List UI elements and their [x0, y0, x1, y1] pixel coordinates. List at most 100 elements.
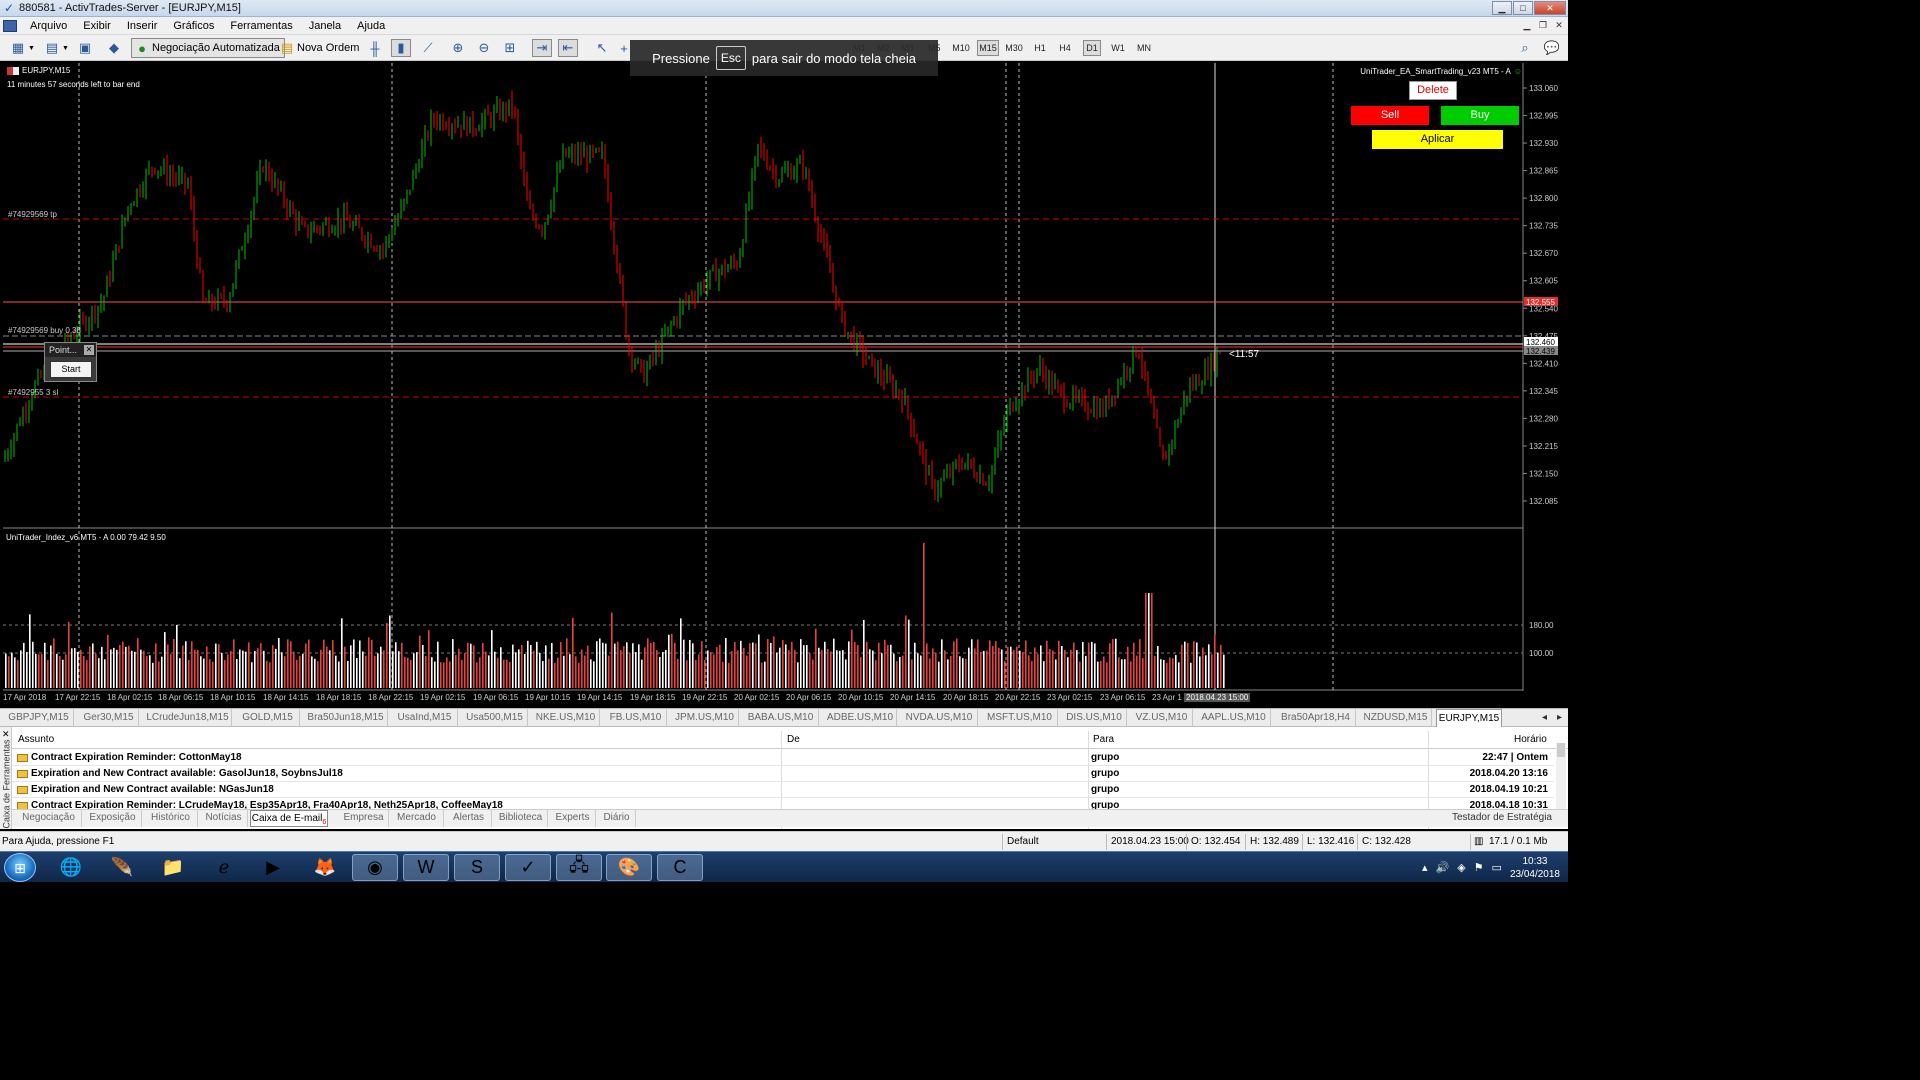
monitor-icon[interactable]: ▭: [1492, 861, 1502, 874]
chart-tab[interactable]: Ger30,M15: [79, 709, 139, 727]
chart-tab[interactable]: NVDA.US,M10: [901, 709, 978, 727]
zoom-out-icon[interactable]: ⊖: [474, 39, 494, 57]
mdi-close-icon[interactable]: ✕: [1552, 19, 1566, 32]
chart-tab[interactable]: GBPJPY,M15: [4, 709, 74, 727]
tab-scroll-arrows[interactable]: ◂ ▸: [1542, 709, 1562, 727]
chart-tab[interactable]: Usa500,M15: [462, 709, 528, 727]
mdi-minimize-icon[interactable]: ▁: [1520, 19, 1534, 32]
taskbar-camtasia-icon[interactable]: C: [657, 854, 703, 881]
price-chart[interactable]: 133.060 132.995 132.930 132.865 132.800 132.7…: [3, 63, 1567, 706]
new-order-button[interactable]: ▤ Nova Ordem: [277, 38, 360, 58]
navigator-icon[interactable]: ▣: [75, 39, 95, 57]
chart-tab[interactable]: GOLD,M15: [236, 709, 300, 727]
toolbox-tab[interactable]: Exposição: [84, 810, 142, 827]
auto-trading-button[interactable]: ● Negociação Automatizada: [131, 38, 285, 58]
chart-tab[interactable]: MSFT.US,M10: [982, 709, 1058, 727]
tf-m15[interactable]: M15: [977, 40, 999, 56]
chart-window-icon[interactable]: [3, 19, 17, 32]
chart-tab[interactable]: VZ.US,M10: [1131, 709, 1193, 727]
tf-h1[interactable]: H1: [1032, 40, 1048, 56]
tray-app-icon[interactable]: ◈: [1457, 861, 1465, 874]
taskbar-word-icon[interactable]: W: [403, 854, 449, 881]
start-button[interactable]: Start: [50, 361, 92, 378]
col-time[interactable]: Horário: [1514, 734, 1547, 745]
chart-tab[interactable]: FB.US,M10: [605, 709, 667, 727]
tf-d1[interactable]: D1: [1083, 40, 1101, 56]
toolbox-tab[interactable]: Caixa de E-mail6: [250, 810, 328, 827]
taskbar-feather-icon[interactable]: 🪶: [99, 854, 145, 881]
tf-m10[interactable]: M10: [950, 40, 972, 56]
point-panel-close-icon[interactable]: ✕: [84, 345, 94, 355]
bar-chart-icon[interactable]: ╫: [365, 39, 385, 57]
taskbar-chrome-icon[interactable]: ◉: [352, 854, 398, 881]
taskbar-explorer-icon[interactable]: 📁: [150, 854, 196, 881]
chat-icon[interactable]: 💬: [1542, 39, 1562, 57]
taskbar-activtrades-icon[interactable]: ✓: [505, 854, 551, 881]
toolbox-tab[interactable]: Negociação: [16, 810, 82, 827]
mdi-restore-icon[interactable]: ❐: [1536, 19, 1550, 32]
chart-tab[interactable]: Bra50Apr18,H4: [1276, 709, 1356, 727]
cursor-icon[interactable]: ↖: [592, 39, 612, 57]
chart-tab[interactable]: Bra50Jun18,M15: [304, 709, 388, 727]
taskbar-media-icon[interactable]: ▶: [250, 854, 296, 881]
minimize-button[interactable]: ▁: [1492, 1, 1512, 15]
chart-tab[interactable]: DIS.US,M10: [1062, 709, 1127, 727]
point-panel[interactable]: Point... ✕ Start: [44, 342, 97, 382]
menu-ferramentas[interactable]: Ferramentas: [223, 20, 301, 32]
toolbox-tab[interactable]: Alertas: [446, 810, 492, 827]
chart-tab[interactable]: AAPL.US,M10: [1197, 709, 1271, 727]
tab-right-icon[interactable]: ▸: [1557, 709, 1562, 727]
strategy-tester-button[interactable]: Testador de Estratégia: [1452, 812, 1552, 823]
tab-left-icon[interactable]: ◂: [1542, 709, 1547, 727]
chart-tab[interactable]: NZDUSD,M15: [1360, 709, 1432, 727]
search-icon[interactable]: ⌕: [1515, 39, 1535, 57]
line-chart-icon[interactable]: ⟋: [418, 39, 438, 57]
chart-tab[interactable]: LCrudeJun18,M15: [144, 709, 232, 727]
flag-icon[interactable]: ⚑: [1474, 861, 1484, 874]
col-to[interactable]: Para: [1093, 734, 1114, 745]
tf-mn[interactable]: MN: [1134, 40, 1154, 56]
toolbox-tab[interactable]: Biblioteca: [494, 810, 548, 827]
taskbar-skype-icon[interactable]: S: [454, 854, 500, 881]
toolbox-tab[interactable]: Mercado: [390, 810, 444, 827]
tf-m30[interactable]: M30: [1003, 40, 1025, 56]
chart-window[interactable]: 133.060 132.995 132.930 132.865 132.800 132.7…: [3, 63, 1567, 706]
auto-scroll-icon[interactable]: ⇥: [532, 39, 552, 57]
mail-row[interactable]: Contract Expiration Reminder: CottonMay1…: [12, 750, 1554, 766]
toolbox-tab[interactable]: Diário: [598, 810, 636, 827]
zoom-in-icon[interactable]: ⊕: [448, 39, 468, 57]
menu-arquivo[interactable]: Arquivo: [23, 20, 76, 32]
menu-graficos[interactable]: Gráficos: [166, 20, 223, 32]
menu-janela[interactable]: Janela: [302, 20, 350, 32]
col-from[interactable]: De: [787, 734, 800, 745]
mail-row[interactable]: Expiration and New Contract available: G…: [12, 766, 1554, 782]
col-subject[interactable]: Assunto: [18, 734, 54, 745]
toolbox-close-icon[interactable]: ✕: [2, 729, 10, 740]
taskbar-paint-icon[interactable]: 🎨: [606, 854, 652, 881]
tf-h4[interactable]: H4: [1057, 40, 1073, 56]
chart-tab[interactable]: ADBE.US,M10: [824, 709, 897, 727]
tray-arrow-icon[interactable]: ▴: [1422, 861, 1428, 874]
profiles-icon[interactable]: ▤: [42, 39, 62, 57]
mail-scrollbar[interactable]: [1556, 743, 1566, 813]
toolbox-tab[interactable]: Notícias: [200, 810, 248, 827]
chart-tab[interactable]: UsaInd,M15: [392, 709, 458, 727]
start-button[interactable]: ⊞: [4, 853, 36, 882]
chart-tab[interactable]: EURJPY,M15: [1436, 709, 1502, 727]
menu-inserir[interactable]: Inserir: [120, 20, 167, 32]
taskbar-network-icon[interactable]: 🖧: [556, 854, 602, 881]
chart-tab[interactable]: JPM.US,M10: [671, 709, 739, 727]
tile-windows-icon[interactable]: ⊞: [500, 39, 520, 57]
toolbox-tab[interactable]: Empresa: [339, 810, 389, 827]
new-chart-icon[interactable]: ▦: [8, 39, 28, 57]
taskbar-app-icon[interactable]: 🌐: [48, 854, 94, 881]
volume-icon[interactable]: 🔊: [1435, 861, 1449, 874]
metaeditor-icon[interactable]: ◆: [104, 39, 124, 57]
toolbox-tab[interactable]: Experts: [550, 810, 596, 827]
mail-row[interactable]: Expiration and New Contract available: N…: [12, 782, 1554, 798]
menu-ajuda[interactable]: Ajuda: [350, 20, 394, 32]
taskbar-ie-icon[interactable]: ℯ: [201, 854, 247, 881]
sell-button[interactable]: Sell: [1351, 106, 1429, 125]
tf-w1[interactable]: W1: [1109, 40, 1127, 56]
menu-exibir[interactable]: Exibir: [76, 20, 120, 32]
